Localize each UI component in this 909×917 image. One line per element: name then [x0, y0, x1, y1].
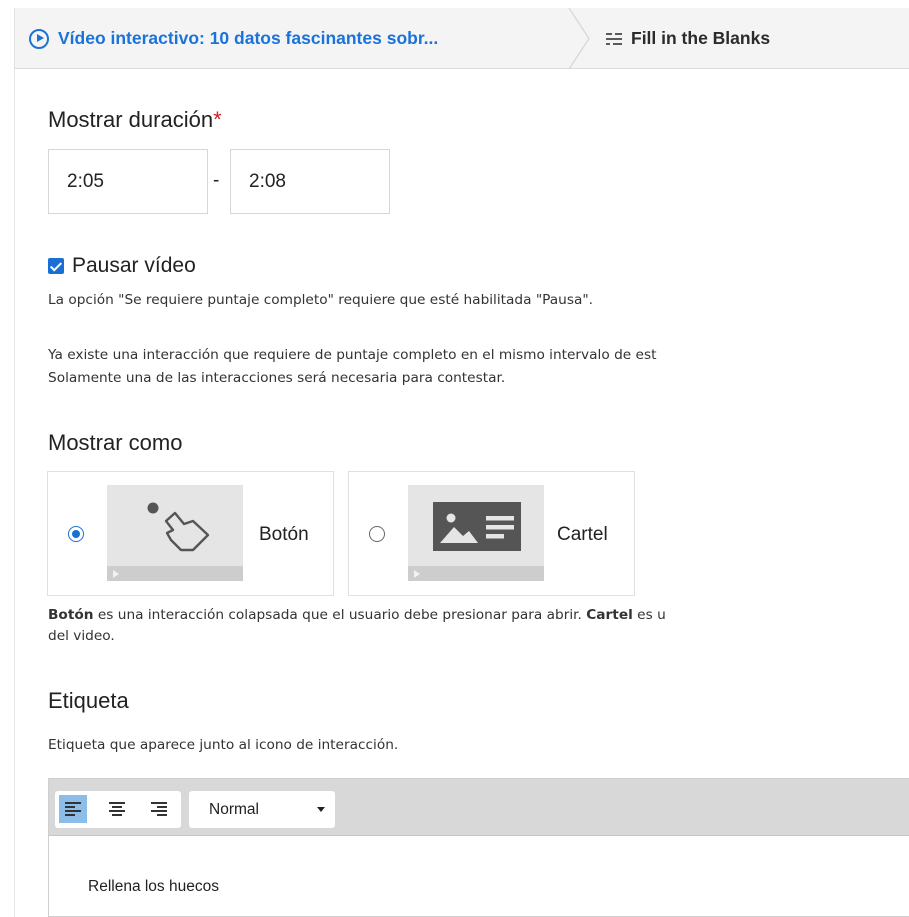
label-description: Etiqueta que aparece junto al icono de i…	[48, 737, 399, 753]
alignment-group	[55, 791, 181, 828]
duration-start-input[interactable]: 2:05	[48, 149, 208, 214]
help-button-text: es una interacción colapsada que el usua…	[93, 607, 587, 623]
duration-label: Mostrar duración	[48, 107, 214, 132]
label-heading: Etiqueta	[48, 688, 129, 713]
button-preview-play-bar	[107, 566, 243, 581]
pause-video-checkbox[interactable]	[48, 258, 64, 274]
editor-content[interactable]: Rellena los huecos	[88, 878, 219, 896]
breadcrumb-video-title: Vídeo interactivo: 10 datos fascinantes …	[58, 28, 439, 48]
content-border	[14, 69, 15, 917]
align-right-button[interactable]	[145, 795, 173, 823]
display-option-poster[interactable]: Cartel	[348, 471, 635, 596]
breadcrumb: Vídeo interactivo: 10 datos fascinantes …	[14, 8, 909, 69]
help-line2: del video.	[48, 628, 115, 644]
pause-warning-line1: Ya existe una interacción que requiere d…	[48, 347, 657, 363]
format-select-value: Normal	[209, 800, 259, 818]
poster-preview-play-bar	[408, 566, 544, 581]
display-option-poster-label: Cartel	[557, 524, 608, 545]
breadcrumb-separator-icon	[568, 8, 590, 69]
button-preview-thumbnail	[107, 485, 243, 581]
play-circle-icon	[29, 28, 49, 49]
align-center-icon	[109, 802, 125, 816]
fill-in-blanks-icon	[606, 32, 622, 45]
help-poster-text: es u	[632, 607, 666, 623]
display-option-button-radio[interactable]	[68, 526, 84, 542]
required-asterisk: *	[213, 107, 222, 132]
duration-heading: Mostrar duración*	[48, 107, 222, 133]
pause-video-label: Pausar vídeo	[72, 254, 196, 277]
breadcrumb-current-label: Fill in the Blanks	[631, 28, 771, 48]
breadcrumb-current: Fill in the Blanks	[605, 8, 770, 69]
duration-separator: -	[213, 170, 220, 191]
format-select[interactable]: Normal	[189, 791, 335, 828]
pause-video-row[interactable]: Pausar vídeo	[48, 254, 196, 278]
pause-note: La opción "Se requiere puntaje completo"…	[48, 292, 594, 308]
breadcrumb-video-link[interactable]: Vídeo interactivo: 10 datos fascinantes …	[29, 8, 438, 69]
label-rich-text-editor: Normal Rellena los huecos	[48, 778, 909, 917]
align-center-button[interactable]	[103, 795, 131, 823]
pointer-hand-icon	[147, 502, 210, 552]
poster-card-icon	[433, 502, 521, 551]
editor-toolbar: Normal	[49, 779, 909, 836]
help-button-term: Botón	[48, 607, 94, 623]
pause-warning-line2: Solamente una de las interacciones será …	[48, 370, 506, 386]
duration-end-input[interactable]: 2:08	[230, 149, 390, 214]
display-as-heading: Mostrar como	[48, 430, 183, 455]
display-option-poster-radio[interactable]	[369, 526, 385, 542]
align-right-icon	[151, 802, 167, 816]
help-poster-term: Cartel	[586, 607, 633, 623]
display-as-help: Botón es una interacción colapsada que e…	[48, 605, 666, 647]
chevron-down-icon	[317, 807, 325, 812]
align-left-button[interactable]	[59, 795, 87, 823]
align-left-icon	[65, 802, 81, 816]
display-option-button-label: Botón	[259, 524, 309, 545]
poster-preview-thumbnail	[408, 485, 544, 581]
display-option-button[interactable]: Botón	[47, 471, 334, 596]
